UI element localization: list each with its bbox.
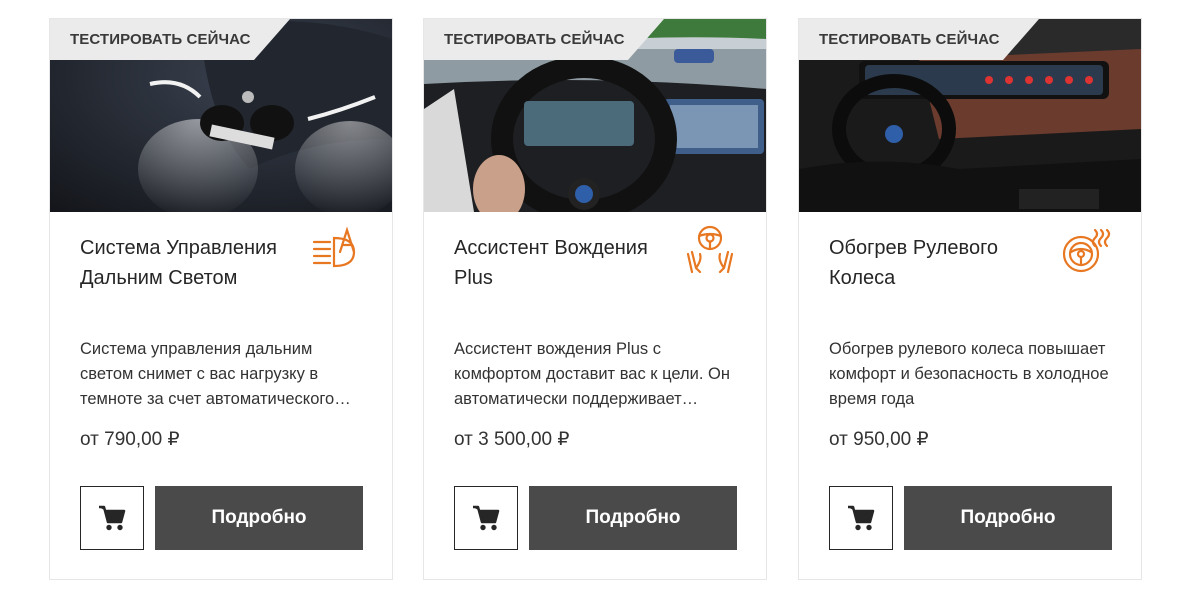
card-price: от 790,00 ₽ (80, 429, 180, 450)
high-beam-icon (312, 226, 356, 268)
cart-icon (848, 505, 875, 531)
cart-icon (473, 505, 500, 531)
product-card-driving-assistant: ТЕСТИРОВАТЬ СЕЙЧАС Ассистент Вождения Pl… (423, 18, 767, 580)
card-image-interior-road[interactable]: ТЕСТИРОВАТЬ СЕЙЧАС (424, 19, 766, 212)
heated-steering-wheel-icon (1062, 228, 1111, 273)
card-title: Ассистент Вождения Plus (454, 237, 648, 289)
card-description: Обогрев рулевого колеса повышает комфорт… (829, 340, 1109, 408)
details-button[interactable]: Подробно (155, 486, 363, 550)
add-to-cart-button[interactable] (829, 486, 893, 550)
card-price: от 950,00 ₽ (829, 429, 929, 450)
test-now-badge[interactable]: ТЕСТИРОВАТЬ СЕЙЧАС (424, 19, 664, 60)
product-card-high-beam: ТЕСТИРОВАТЬ СЕЙЧАС Система Управления Да… (49, 18, 393, 580)
card-image-headlights[interactable]: ТЕСТИРОВАТЬ СЕЙЧАС (50, 19, 392, 212)
details-button[interactable]: Подробно (529, 486, 737, 550)
card-title: Система Управления Дальним Светом (80, 237, 277, 289)
details-button[interactable]: Подробно (904, 486, 1112, 550)
test-now-badge[interactable]: ТЕСТИРОВАТЬ СЕЙЧАС (50, 19, 290, 60)
card-description: Ассистент вождения Plus с комфортом дост… (454, 340, 730, 408)
driving-assistant-icon (686, 225, 734, 274)
card-image-dashboard[interactable]: ТЕСТИРОВАТЬ СЕЙЧАС (799, 19, 1141, 212)
product-card-heated-steering: ТЕСТИРОВАТЬ СЕЙЧАС Обогрев Рулевого Коле… (798, 18, 1142, 580)
card-description: Система управления дальним светом снимет… (80, 340, 335, 408)
cart-icon (99, 505, 126, 531)
card-price: от 3 500,00 ₽ (454, 429, 570, 450)
test-now-badge[interactable]: ТЕСТИРОВАТЬ СЕЙЧАС (799, 19, 1039, 60)
add-to-cart-button[interactable] (80, 486, 144, 550)
add-to-cart-button[interactable] (454, 486, 518, 550)
card-title: Обогрев Рулевого Колеса (829, 237, 999, 289)
